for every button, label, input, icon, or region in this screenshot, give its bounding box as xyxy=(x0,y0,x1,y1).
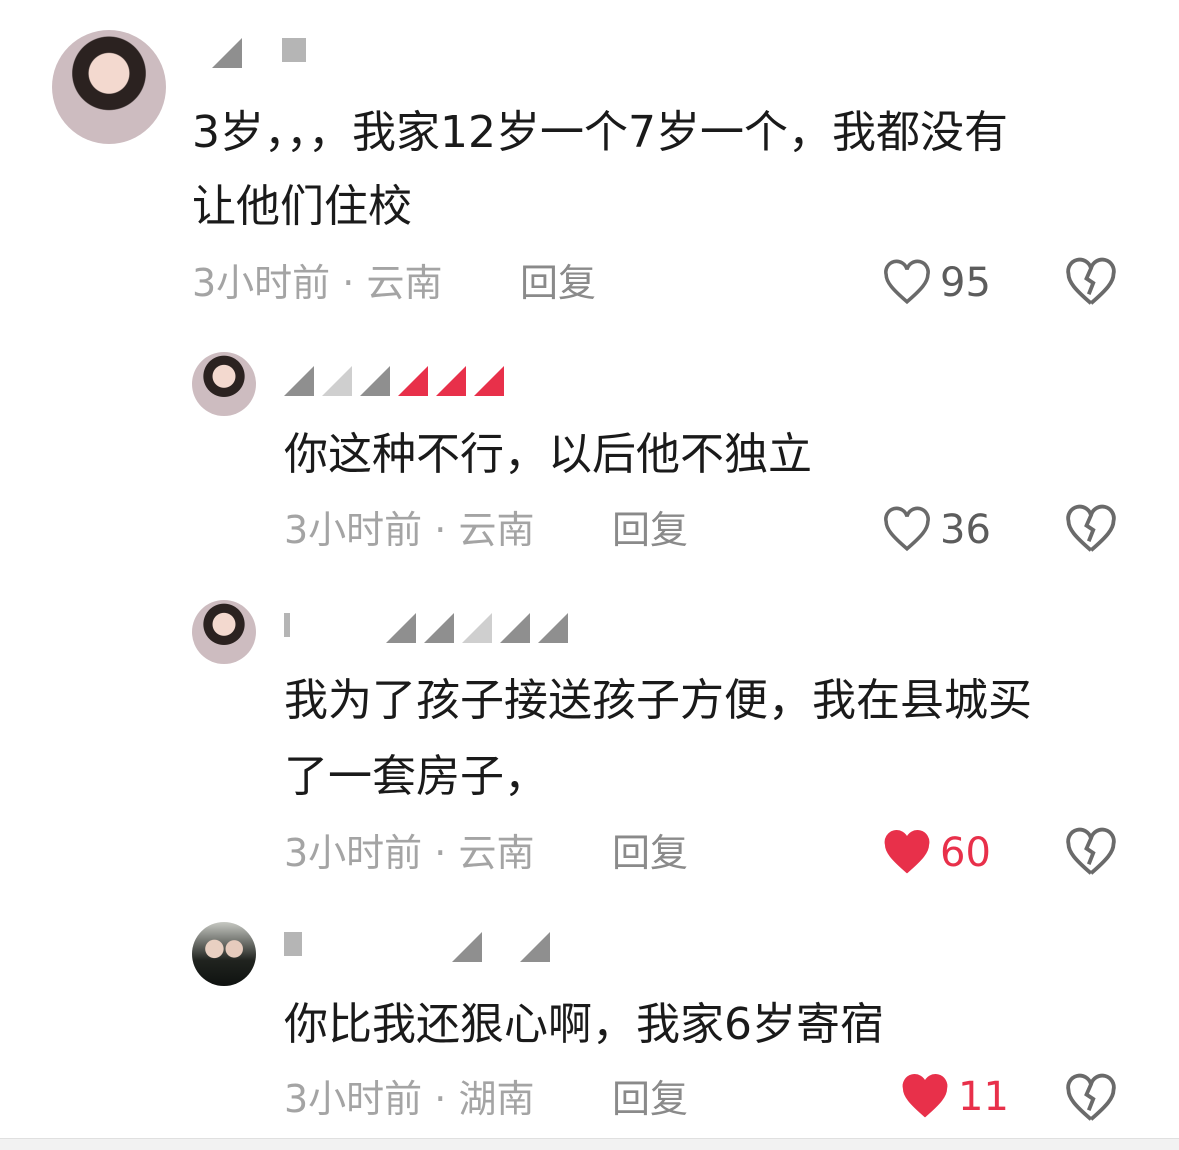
comment-text-line: 让他们住校 xyxy=(192,181,412,232)
avatar[interactable] xyxy=(192,600,256,664)
heart-icon xyxy=(884,506,930,552)
heart-icon xyxy=(884,259,930,305)
like-count: 36 xyxy=(940,507,991,553)
reply-button[interactable]: 回复 xyxy=(612,828,688,878)
reply-button[interactable]: 回复 xyxy=(612,1074,688,1124)
heart-icon xyxy=(902,1074,948,1118)
like-count: 60 xyxy=(940,830,991,876)
comment-text-line: 我为了孩子接送孩子方便，我在县城买 xyxy=(284,675,1032,726)
comment-location: 云南 xyxy=(458,831,535,875)
comment-location: 云南 xyxy=(366,261,443,305)
username-obscured[interactable] xyxy=(284,613,576,647)
comment-time: 3小时前 xyxy=(192,261,331,305)
comment-time: 3小时前 xyxy=(284,831,423,875)
meta-separator: · xyxy=(342,261,355,305)
meta-separator: · xyxy=(434,1077,447,1121)
broken-heart-icon[interactable] xyxy=(1064,503,1118,557)
broken-heart-icon[interactable] xyxy=(1064,826,1118,880)
broken-heart-icon[interactable] xyxy=(1064,256,1118,310)
avatar[interactable] xyxy=(52,30,166,144)
username-obscured[interactable] xyxy=(284,932,558,966)
comment-time: 3小时前 xyxy=(284,508,423,552)
username-obscured[interactable] xyxy=(284,366,512,400)
comment-text-line: 你这种不行，以后他不独立 xyxy=(284,429,812,480)
bottom-edge xyxy=(0,1138,1179,1150)
comment-location: 湖南 xyxy=(458,1077,535,1121)
comment-location: 云南 xyxy=(458,508,535,552)
comment-meta: 3小时前 · 云南 xyxy=(284,828,534,878)
like-count: 11 xyxy=(958,1074,1009,1120)
heart-icon xyxy=(884,830,930,874)
meta-separator: · xyxy=(434,508,447,552)
comment-text-line: 了一套房子， xyxy=(284,751,548,802)
username-obscured[interactable] xyxy=(212,38,314,72)
like-button[interactable]: 95 xyxy=(882,256,991,310)
comment-text-line: 你比我还狠心啊，我家6岁寄宿 xyxy=(284,999,884,1050)
comment-meta: 3小时前 · 云南 xyxy=(192,258,442,308)
comment-meta: 3小时前 · 云南 xyxy=(284,505,534,555)
broken-heart-icon[interactable] xyxy=(1064,1072,1118,1126)
like-button[interactable]: 36 xyxy=(882,503,991,557)
avatar[interactable] xyxy=(192,352,256,416)
meta-separator: · xyxy=(434,831,447,875)
like-button[interactable]: 11 xyxy=(900,1070,1009,1124)
comment-text-line: 3岁，，，我家12岁一个7岁一个，我都没有 xyxy=(192,107,1008,158)
comment-meta: 3小时前 · 湖南 xyxy=(284,1074,534,1124)
like-count: 95 xyxy=(940,260,991,306)
like-button[interactable]: 60 xyxy=(882,826,991,880)
comment-time: 3小时前 xyxy=(284,1077,423,1121)
reply-button[interactable]: 回复 xyxy=(520,258,596,308)
avatar[interactable] xyxy=(192,922,256,986)
reply-button[interactable]: 回复 xyxy=(612,505,688,555)
